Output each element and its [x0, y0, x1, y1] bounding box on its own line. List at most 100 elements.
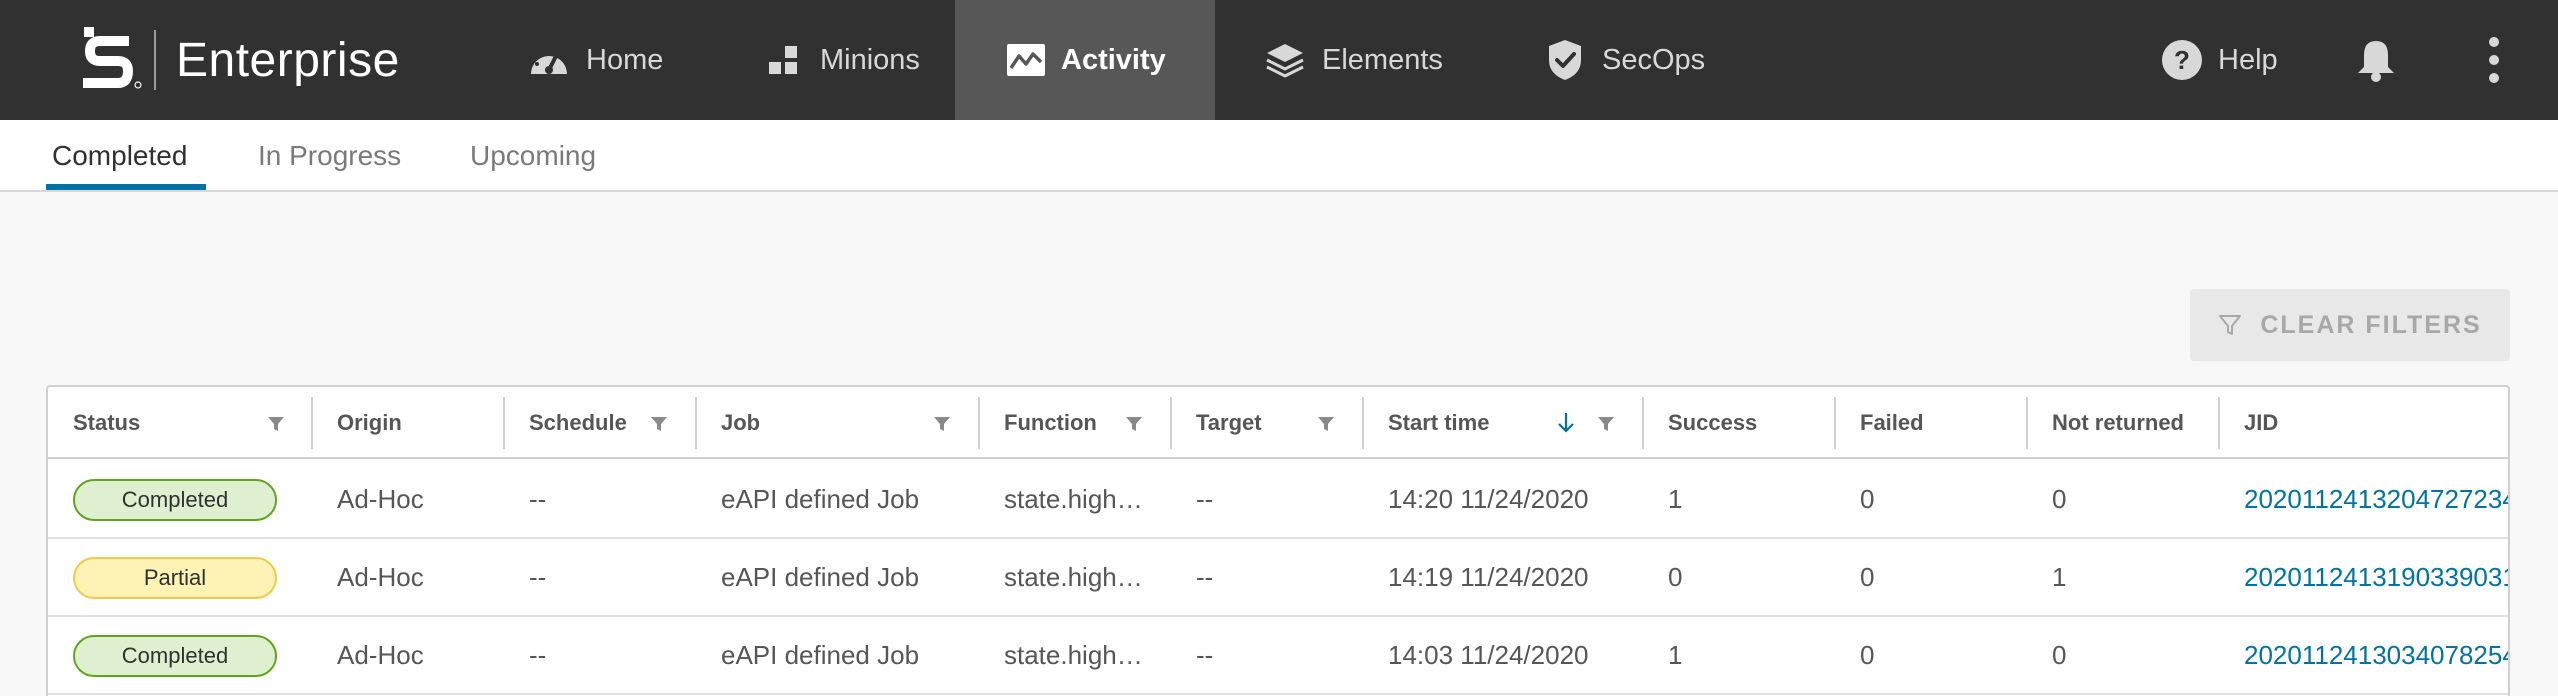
column-header-success[interactable]: Success — [1668, 387, 1757, 459]
nav-home-label: Home — [586, 43, 664, 76]
cell-not-returned: 1 — [2052, 561, 2067, 592]
jid-link[interactable]: 20201124132047272346 — [2244, 461, 2508, 537]
table-row[interactable]: Partial Ad-Hoc -- eAPI defined Job state… — [48, 539, 2508, 617]
activity-icon — [1005, 37, 1047, 83]
cell-job: eAPI defined Job — [721, 483, 920, 514]
column-separator[interactable] — [1834, 397, 1836, 449]
cell-origin: Ad-Hoc — [337, 483, 424, 514]
cell-failed: 0 — [1860, 483, 1875, 514]
status-badge: Completed — [73, 479, 277, 521]
jid-link[interactable]: 20201124130340782546 — [2244, 617, 2508, 693]
column-separator[interactable] — [1642, 397, 1644, 449]
cell-function: state.high… — [1004, 561, 1143, 592]
table-row[interactable]: Completed Ad-Hoc -- eAPI defined Job sta… — [48, 461, 2508, 539]
column-separator[interactable] — [503, 397, 505, 449]
cell-start-time: 14:20 11/24/2020 — [1388, 483, 1589, 514]
cell-success: 0 — [1668, 561, 1683, 592]
nav-elements[interactable]: Elements — [1262, 0, 1443, 120]
nav-secops-label: SecOps — [1602, 43, 1706, 76]
filter-icon[interactable] — [266, 414, 286, 434]
column-header-target[interactable]: Target — [1196, 387, 1262, 459]
table-header: Status Origin Schedule Job Function Targ… — [48, 387, 2508, 459]
layers-icon — [1262, 37, 1308, 83]
cell-function: state.high… — [1004, 483, 1143, 514]
column-header-job[interactable]: Job — [721, 387, 760, 459]
tab-in-progress[interactable]: In Progress — [258, 120, 401, 192]
jid-link[interactable]: 20201124131903390314 — [2244, 539, 2508, 615]
column-header-schedule[interactable]: Schedule — [529, 387, 627, 459]
column-header-origin[interactable]: Origin — [337, 387, 402, 459]
nav-activity[interactable]: Activity — [955, 0, 1215, 120]
notifications-button[interactable] — [2354, 0, 2398, 120]
column-separator[interactable] — [2026, 397, 2028, 449]
shield-check-icon — [1542, 37, 1588, 83]
filter-icon[interactable] — [1596, 414, 1616, 434]
column-separator[interactable] — [311, 397, 313, 449]
column-header-failed[interactable]: Failed — [1860, 387, 1924, 459]
cell-schedule: -- — [529, 639, 547, 670]
more-menu-button[interactable] — [2486, 0, 2502, 120]
brand-divider — [154, 30, 156, 90]
column-header-status[interactable]: Status — [73, 387, 140, 459]
column-header-start-time[interactable]: Start time — [1388, 387, 1489, 459]
tab-upcoming[interactable]: Upcoming — [470, 120, 596, 192]
cell-origin: Ad-Hoc — [337, 639, 424, 670]
top-navigation-bar: Enterprise Home Minions Activity Element… — [0, 0, 2558, 120]
cell-schedule: -- — [529, 561, 547, 592]
tab-completed[interactable]: Completed — [52, 120, 187, 192]
cell-failed: 0 — [1860, 561, 1875, 592]
svg-text:?: ? — [2174, 45, 2190, 75]
nav-elements-label: Elements — [1322, 43, 1443, 76]
cell-failed: 0 — [1860, 639, 1875, 670]
status-badge: Completed — [73, 635, 277, 677]
cell-function: state.high… — [1004, 639, 1143, 670]
nav-activity-label: Activity — [1061, 43, 1166, 76]
nav-minions[interactable]: Minions — [760, 0, 920, 120]
saltstack-logo-icon — [83, 27, 142, 89]
cell-target: -- — [1196, 639, 1214, 670]
column-separator[interactable] — [1170, 397, 1172, 449]
cell-start-time: 14:19 11/24/2020 — [1388, 561, 1589, 592]
status-badge: Partial — [73, 557, 277, 599]
cell-start-time: 14:03 11/24/2020 — [1388, 639, 1589, 670]
nav-home[interactable]: Home — [526, 0, 663, 120]
cell-not-returned: 0 — [2052, 639, 2067, 670]
filter-icon[interactable] — [1124, 414, 1144, 434]
cell-target: -- — [1196, 483, 1214, 514]
clear-filters-label: CLEAR FILTERS — [2260, 310, 2482, 339]
column-separator[interactable] — [978, 397, 980, 449]
column-separator[interactable] — [1362, 397, 1364, 449]
gauge-icon — [526, 37, 572, 83]
filter-icon — [2219, 315, 2242, 335]
brand-name: Enterprise — [176, 33, 400, 87]
cell-success: 1 — [1668, 483, 1683, 514]
filter-icon[interactable] — [932, 414, 952, 434]
bell-icon — [2354, 37, 2398, 83]
cell-job: eAPI defined Job — [721, 561, 920, 592]
cell-not-returned: 0 — [2052, 483, 2067, 514]
nav-minions-label: Minions — [820, 43, 920, 76]
table-row[interactable]: Completed Ad-Hoc -- eAPI defined Job sta… — [48, 617, 2508, 695]
vertical-ellipsis-icon — [2486, 36, 2502, 84]
activity-subtabs: Completed In Progress Upcoming — [0, 120, 2558, 192]
sort-descending-icon[interactable] — [1556, 411, 1576, 435]
cell-target: -- — [1196, 561, 1214, 592]
cell-schedule: -- — [529, 483, 547, 514]
minions-icon — [760, 37, 806, 83]
brand[interactable]: Enterprise — [80, 0, 400, 120]
column-separator[interactable] — [2218, 397, 2220, 449]
clear-filters-button[interactable]: CLEAR FILTERS — [2190, 289, 2510, 361]
help-link[interactable]: ? Help — [2160, 0, 2278, 120]
cell-origin: Ad-Hoc — [337, 561, 424, 592]
filter-icon[interactable] — [649, 414, 669, 434]
column-separator[interactable] — [695, 397, 697, 449]
column-header-function[interactable]: Function — [1004, 387, 1097, 459]
active-tab-indicator — [46, 184, 206, 190]
filter-icon[interactable] — [1316, 414, 1336, 434]
help-icon: ? — [2160, 38, 2204, 82]
nav-secops[interactable]: SecOps — [1542, 0, 1705, 120]
column-header-jid[interactable]: JID — [2244, 387, 2278, 459]
cell-job: eAPI defined Job — [721, 639, 920, 670]
help-label: Help — [2218, 43, 2278, 76]
column-header-not-returned[interactable]: Not returned — [2052, 387, 2184, 459]
